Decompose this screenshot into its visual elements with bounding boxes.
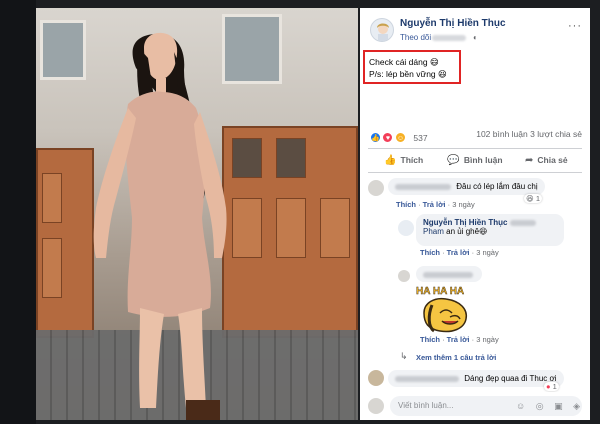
post-panel: Nguyễn Thị Hiền Thục Theo dõi ◐ ··· Chec… [360, 8, 590, 420]
comment-reaction-badge[interactable]: 😆 1 [524, 194, 543, 203]
like-button[interactable]: 👍 Thích [368, 149, 439, 171]
reply-like-link[interactable]: Thích [420, 248, 440, 257]
comment-label: Bình luận [463, 155, 503, 165]
post-date-blurred [432, 35, 466, 41]
commenter-avatar[interactable] [368, 180, 384, 196]
reply-name-bubble [416, 266, 482, 282]
share-arrow-icon: ➦ [525, 154, 534, 166]
comment-time: 3 ngày [452, 200, 475, 209]
reply-author-name[interactable]: Nguyễn Thị Hiền Thục [423, 218, 507, 227]
comment-bubble: Dáng đẹp quaa đi Thuc ơi [388, 370, 564, 387]
comment-reply-link[interactable]: Trả lời [423, 200, 446, 209]
post-actions: 👍 Thích 💬 Bình luận ➦ Chia sẻ [368, 149, 582, 171]
post-text-line-2: P/s: lép bền vững 😆 [369, 69, 447, 79]
comment-button[interactable]: 💬 Bình luận [439, 149, 510, 171]
thumbs-up-icon: 👍 [384, 154, 397, 166]
reply-text: an ủi ghê😆 [446, 227, 488, 236]
post-text-line-1: Check cái dáng 😄 [369, 57, 439, 67]
comment-share-stats[interactable]: 102 bình luận 3 lượt chia sẻ [476, 129, 582, 139]
sticker-reply-link[interactable]: Trả lời [447, 335, 470, 344]
reply-meta: Thích · Trả lời · 3 ngày [420, 248, 499, 257]
comment-text: Dáng đẹp quaa đi Thuc ơi [464, 374, 557, 383]
author-name[interactable]: Nguyễn Thị Hiền Thục [400, 18, 506, 29]
reaction-count: 537 [413, 132, 428, 143]
like-reaction-icon: 👍 [370, 132, 381, 144]
like-label: Thích [400, 155, 424, 165]
love-reaction-icon: ♥ [382, 132, 394, 144]
haha-reaction-icon: ☺ [394, 132, 406, 144]
avatar-illustration-icon [377, 23, 389, 41]
reaction-summary[interactable]: 👍 ♥ ☺ 537 [370, 129, 428, 144]
post-photo[interactable] [36, 8, 358, 420]
more-options-icon[interactable]: ··· [568, 20, 582, 32]
commenter-avatar[interactable] [368, 370, 384, 386]
sticker-text: HA HA HA [416, 286, 464, 297]
sticker-reply-time: 3 ngày [476, 335, 499, 344]
sticker-reply-meta: Thích · Trả lời · 3 ngày [420, 335, 499, 344]
reply-arrow-icon: ↳ [400, 351, 408, 361]
reply-author-avatar[interactable] [398, 220, 414, 236]
haha-sticker: HA HA HA [416, 286, 468, 333]
mention-blurred [509, 219, 536, 226]
sticker-like-link[interactable]: Thích [420, 335, 440, 344]
globe-icon: ◐ [473, 33, 478, 42]
composer-icons[interactable]: ☺ ◎ ▣ ◈ [516, 396, 584, 416]
share-button[interactable]: ➦ Chia sẻ [511, 149, 582, 171]
view-more-replies-link[interactable]: Xem thêm 1 câu trả lời [416, 353, 496, 362]
commenter-name-blurred[interactable] [395, 183, 451, 190]
author-avatar[interactable] [370, 18, 394, 42]
left-backdrop [0, 0, 36, 424]
reply-avatar[interactable] [398, 270, 410, 282]
follow-link[interactable]: Theo dõi [400, 33, 431, 42]
commenter-name-blurred[interactable] [395, 375, 459, 382]
comment-like-link[interactable]: Thích [396, 200, 416, 209]
speech-bubble-icon: 💬 [447, 154, 460, 166]
reply-bubble: Nguyễn Thị Hiền Thục Pham an ủi ghê😆 [416, 214, 564, 246]
mention-name[interactable]: Pham [423, 227, 444, 236]
share-label: Chia sẻ [537, 155, 568, 165]
comment-reaction-count: 1 [552, 382, 557, 391]
person-figure [93, 32, 227, 420]
comment-text: Đâu có lép lắm đâu chị [456, 182, 538, 191]
divider [368, 172, 582, 173]
post-header: Nguyễn Thị Hiền Thục Theo dõi ◐ ··· [360, 8, 590, 50]
reply-name-blurred[interactable] [423, 271, 473, 278]
reply-time: 3 ngày [476, 248, 499, 257]
comment-reaction-badge[interactable]: ● 1 [544, 382, 559, 391]
comment-bubble: Đâu có lép lắm đâu chị [388, 178, 545, 195]
current-user-avatar [368, 398, 384, 414]
love-reaction-icon: ● [546, 382, 551, 391]
reply-reply-link[interactable]: Trả lời [447, 248, 470, 257]
comment-meta: Thích · Trả lời · 3 ngày [396, 200, 475, 209]
comment-composer: Viết bình luận... ☺ ◎ ▣ ◈ [360, 392, 590, 420]
